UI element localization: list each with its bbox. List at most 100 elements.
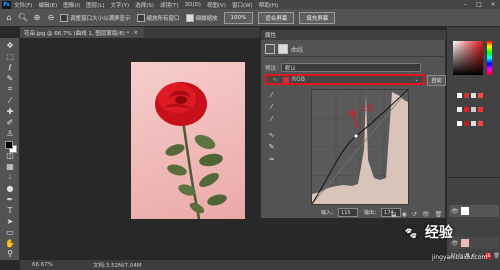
- sample-gray-icon[interactable]: ⁄: [267, 102, 276, 111]
- sample-white-icon[interactable]: ⁄: [267, 114, 276, 123]
- channel-value: RGB: [292, 76, 305, 83]
- resize-windows-checkbox[interactable]: [60, 13, 68, 22]
- layer-row-background[interactable]: 👁︎: [449, 237, 499, 249]
- smooth-icon[interactable]: ≈: [267, 154, 276, 163]
- preset-dropdown[interactable]: 默认: [281, 63, 421, 72]
- minimize-icon[interactable]: –: [458, 0, 472, 9]
- reset-icon[interactable]: ↺: [412, 211, 417, 218]
- rose-photo[interactable]: [131, 62, 245, 220]
- stamp-icon[interactable]: ♙: [4, 128, 16, 138]
- healing-icon[interactable]: ✚: [4, 106, 16, 116]
- hand-icon[interactable]: ✋: [4, 238, 16, 248]
- properties-title: 属性: [265, 33, 277, 39]
- adjustment-row: 曲线: [265, 43, 443, 55]
- zoom-100-button[interactable]: 100%: [223, 11, 254, 24]
- auto-button[interactable]: 自动: [427, 75, 446, 86]
- chevron-down-icon: ⌄: [413, 76, 419, 83]
- sample-black-icon[interactable]: ⁄: [267, 90, 276, 99]
- menu-view[interactable]: 视图(V): [207, 1, 226, 9]
- menu-3d[interactable]: 3D(D): [185, 2, 201, 8]
- target-adjust-icon[interactable]: ☜: [271, 76, 279, 84]
- lasso-icon[interactable]: ℓ: [4, 62, 16, 72]
- zoom-tool-icon[interactable]: 🔍︎: [18, 13, 28, 23]
- type-icon[interactable]: T: [4, 205, 16, 215]
- zoom-icon[interactable]: ⚲: [4, 249, 16, 258]
- layer-mask-thumb[interactable]: [461, 207, 469, 215]
- delete-layer-icon[interactable]: 🗑︎: [493, 253, 499, 259]
- curves-graph-svg: 上拉: [311, 89, 409, 205]
- maximize-icon[interactable]: □: [472, 0, 486, 9]
- zoom-out-icon[interactable]: ⊖: [46, 13, 56, 23]
- close-window-icon[interactable]: ×: [486, 0, 500, 9]
- swatch-red[interactable]: [464, 93, 469, 98]
- menu-bar: Ps 文件(F) 编辑(E) 图像(I) 图层(L) 文字(Y) 选择(S) 滤…: [0, 0, 500, 9]
- status-zoom[interactable]: 66.67%: [32, 262, 53, 268]
- swatch-pink[interactable]: [478, 93, 483, 98]
- menu-filter[interactable]: 滤镜(T): [160, 1, 179, 9]
- marquee-icon[interactable]: ⬚: [4, 51, 16, 61]
- menu-file[interactable]: 文件(F): [14, 1, 32, 9]
- scrubby-zoom-label: 细微缩放: [195, 15, 218, 22]
- menu-type[interactable]: 文字(Y): [111, 1, 130, 9]
- zoom-all-checkbox[interactable]: [136, 13, 145, 22]
- menu-edit[interactable]: 编辑(E): [38, 1, 57, 9]
- close-tab-icon[interactable]: ×: [133, 30, 138, 36]
- mask-icon[interactable]: [278, 44, 288, 54]
- brush-icon[interactable]: ✐: [4, 117, 16, 127]
- curve-edit-icon[interactable]: ∿: [267, 130, 276, 139]
- layer-thumb[interactable]: [461, 239, 469, 247]
- menu-window[interactable]: 窗口(W): [232, 1, 253, 9]
- dodge-icon[interactable]: ●: [4, 183, 16, 193]
- preset-value: 默认: [285, 65, 297, 72]
- output-label: 输出：: [364, 210, 380, 216]
- view-previous-icon[interactable]: ◉: [402, 211, 407, 218]
- swatch-light[interactable]: [457, 107, 462, 112]
- curves-graph[interactable]: 上拉: [311, 89, 409, 205]
- menu-help[interactable]: 帮助(H): [259, 1, 278, 9]
- shape-icon[interactable]: ▭: [4, 227, 16, 237]
- layer-row-curves[interactable]: 👁︎: [449, 205, 499, 217]
- channel-dropdown[interactable]: ☜ RGB ⌄: [265, 74, 425, 85]
- color-field[interactable]: [453, 41, 483, 75]
- panel-footer: ⬓ ◉ ↺ 👁︎ 🗑︎: [391, 211, 442, 218]
- swatch-silver[interactable]: [471, 107, 476, 112]
- path-select-icon[interactable]: ➤: [4, 216, 16, 226]
- home-icon[interactable]: ⌂: [4, 13, 14, 23]
- swatch-darkred[interactable]: [464, 121, 469, 126]
- clip-icon[interactable]: ⬓: [391, 211, 397, 218]
- crop-icon[interactable]: ⌗: [4, 84, 16, 94]
- hue-slider[interactable]: [487, 41, 492, 75]
- watermark-url: jingyan.baidu.com: [432, 254, 488, 261]
- input-value: 115: [341, 209, 351, 216]
- fill-screen-button[interactable]: 填充屏幕: [299, 11, 336, 24]
- quick-select-icon[interactable]: ✎: [4, 73, 16, 83]
- swatch-scarlet[interactable]: [478, 107, 483, 112]
- menu-image[interactable]: 图像(I): [63, 1, 80, 9]
- blur-icon[interactable]: 💧︎: [4, 172, 16, 182]
- delete-icon[interactable]: 🗑︎: [435, 211, 443, 218]
- layer-visibility-icon[interactable]: 👁︎: [451, 208, 459, 215]
- zoom-all-label: 缩放所有窗口: [146, 15, 180, 22]
- swatch-white-2[interactable]: [457, 121, 462, 126]
- swatch-crimson[interactable]: [464, 107, 469, 112]
- channel-color-icon: [283, 76, 289, 83]
- swatch-gray[interactable]: [471, 93, 476, 98]
- foreground-color-swatch[interactable]: [5, 141, 13, 149]
- visibility-icon[interactable]: 👁︎: [422, 211, 430, 218]
- adjustment-name: 曲线: [291, 46, 304, 54]
- swatch-red-2[interactable]: [478, 121, 483, 126]
- fit-screen-button[interactable]: 适合屏幕: [258, 11, 295, 24]
- document-tab[interactable]: 花朵.jpg @ 66.7% (曲线 1, 图层蒙版/8) * ×: [20, 27, 144, 38]
- eyedropper-icon[interactable]: ⁄: [4, 95, 16, 105]
- scrubby-zoom-checkbox[interactable]: [185, 13, 194, 22]
- move-icon[interactable]: ✥: [4, 40, 16, 50]
- menu-select[interactable]: 选择(S): [135, 1, 154, 9]
- swatch-white[interactable]: [457, 93, 462, 98]
- pen-icon[interactable]: ✒: [4, 194, 16, 204]
- input-field[interactable]: 115: [338, 208, 359, 217]
- zoom-in-icon[interactable]: ⊕: [32, 13, 42, 23]
- gradient-icon[interactable]: ▦: [4, 161, 16, 171]
- swatch-gray-2[interactable]: [471, 121, 476, 126]
- menu-layer[interactable]: 图层(L): [86, 1, 104, 9]
- pencil-draw-icon[interactable]: ✎: [267, 142, 276, 151]
